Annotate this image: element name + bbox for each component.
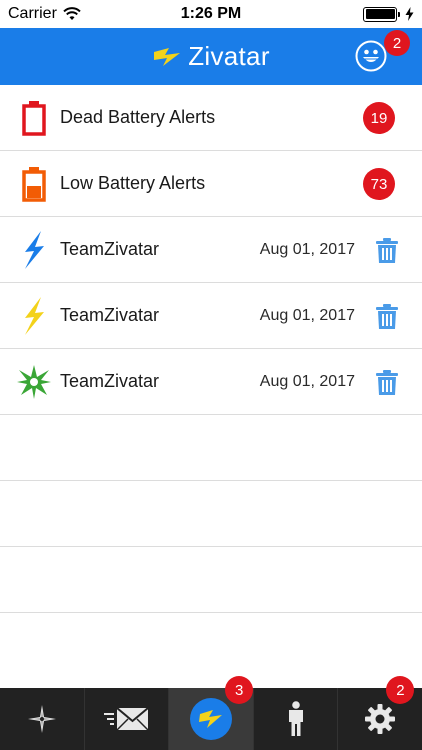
- mail-icon: [104, 707, 150, 731]
- zivatar-logo-icon: [154, 47, 181, 66]
- tab-explore[interactable]: [0, 688, 85, 750]
- bolt-icon: [198, 710, 222, 728]
- list-item-title: Dead Battery Alerts: [60, 107, 216, 127]
- list-item-title: TeamZivatar: [60, 305, 160, 325]
- tab-profile[interactable]: [254, 688, 339, 750]
- charging-icon: [405, 7, 414, 21]
- trash-icon[interactable]: [375, 304, 399, 330]
- blue-bolt-icon: [14, 230, 54, 270]
- tab-alerts[interactable]: 3: [169, 676, 254, 750]
- list-item-message[interactable]: TeamZivatar Aug 01, 2017: [0, 283, 422, 349]
- trash-icon[interactable]: [375, 238, 399, 264]
- list-item-date: Aug 01, 2017: [259, 306, 355, 324]
- avatar-notification-badge: 2: [384, 30, 410, 56]
- green-star-icon: [14, 362, 54, 402]
- list-item-low-battery[interactable]: Low Battery Alerts 73: [0, 151, 422, 217]
- list-item-title: TeamZivatar: [60, 371, 160, 391]
- alert-list: Dead Battery Alerts 19 Low Battery Alert…: [0, 85, 422, 613]
- status-bar: Carrier 1:26 PM: [0, 0, 422, 28]
- low-battery-icon: [14, 164, 54, 204]
- tab-settings[interactable]: 2: [338, 676, 422, 750]
- list-item-message[interactable]: TeamZivatar Aug 01, 2017: [0, 349, 422, 415]
- low-battery-count-badge: 73: [363, 168, 395, 200]
- compass-icon: [27, 705, 56, 733]
- empty-row: [0, 547, 422, 613]
- empty-row: [0, 481, 422, 547]
- bolt-circle: [189, 698, 232, 740]
- trash-icon[interactable]: [375, 370, 399, 396]
- person-icon: [288, 701, 303, 736]
- wifi-icon: [63, 7, 81, 20]
- app-title: Zivatar: [188, 41, 270, 71]
- yellow-bolt-icon: [14, 296, 54, 336]
- status-right: [363, 6, 414, 22]
- nav-title-wrap: Zivatar: [152, 41, 270, 72]
- carrier-label: Carrier: [8, 5, 57, 22]
- status-left: Carrier: [8, 5, 81, 23]
- tab-messages[interactable]: [85, 688, 170, 750]
- list-item-date: Aug 01, 2017: [259, 372, 355, 390]
- battery-icon: [363, 6, 400, 22]
- list-item-message[interactable]: TeamZivatar Aug 01, 2017: [0, 217, 422, 283]
- tab-settings-badge: 2: [386, 676, 415, 704]
- tab-alerts-badge: 3: [225, 676, 254, 704]
- dead-battery-count-badge: 19: [363, 102, 395, 134]
- list-item-date: Aug 01, 2017: [259, 240, 355, 258]
- empty-row: [0, 415, 422, 481]
- avatar-smiley-icon[interactable]: [355, 40, 387, 72]
- gear-icon: [365, 704, 396, 734]
- tab-bar: 3 2: [0, 676, 422, 750]
- nav-bar: Zivatar 2: [0, 28, 422, 85]
- list-item-title: TeamZivatar: [60, 239, 160, 259]
- list-item-title: Low Battery Alerts: [60, 173, 206, 193]
- dead-battery-icon: [14, 98, 54, 138]
- list-item-dead-battery[interactable]: Dead Battery Alerts 19: [0, 85, 422, 151]
